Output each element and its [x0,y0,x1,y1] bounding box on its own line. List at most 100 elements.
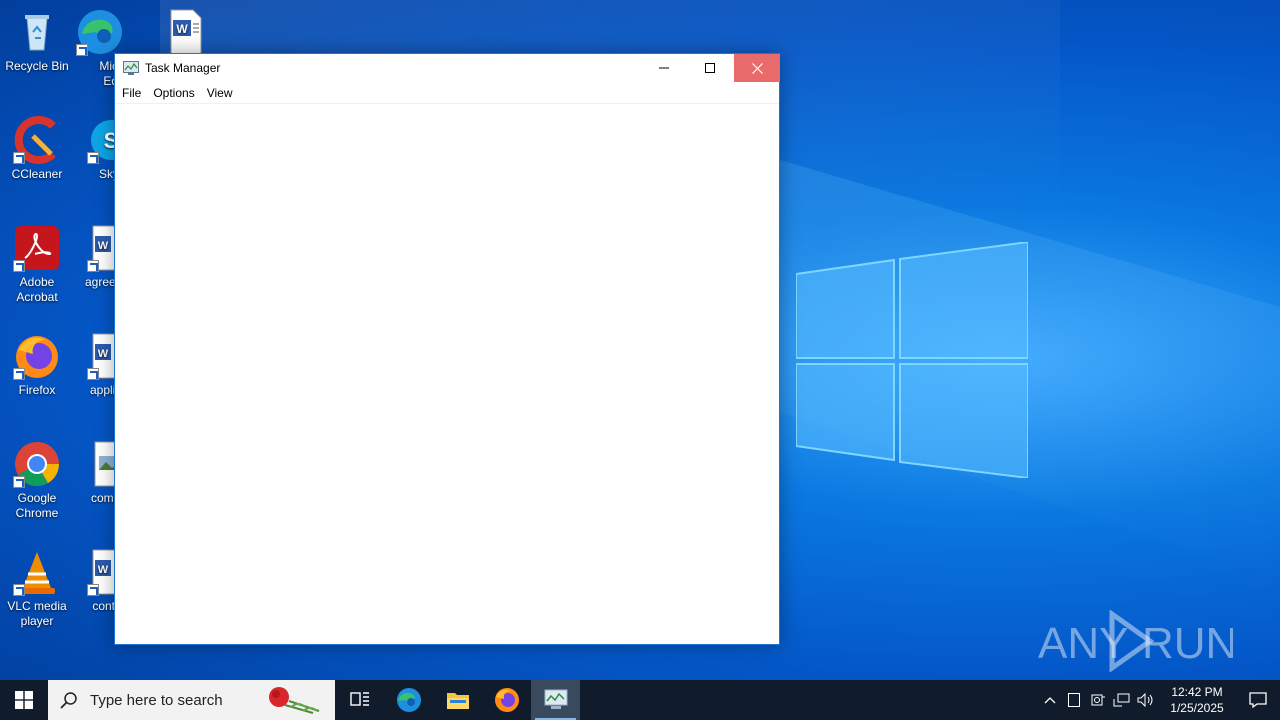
windows-start-icon [15,691,33,709]
show-hidden-icons-button[interactable] [1038,680,1062,720]
close-icon [751,62,763,74]
shortcut-arrow-icon [13,260,25,272]
word-document-icon: W [87,548,115,596]
taskbar-task-view[interactable] [335,680,384,720]
system-tray: 12:42 PM 1/25/2025 [1038,680,1280,720]
desktop-icon-label: Recycle Bin [5,59,69,73]
shortcut-arrow-icon [87,584,99,596]
maximize-button[interactable] [687,54,733,82]
desktop-icon-ccleaner[interactable]: CCleaner [0,116,74,182]
desktop-icon-label: applica [89,383,115,397]
clock-time: 12:42 PM [1171,685,1223,699]
desktop-icon-label: compa [90,491,115,505]
clock-date: 1/25/2025 [1170,701,1224,715]
taskbar-edge[interactable] [384,680,433,720]
desktop-icon-label: Sky [98,167,115,181]
menu-file[interactable]: File [117,86,146,100]
desktop-icon-firefox[interactable]: Firefox [0,332,74,398]
desktop-icon-agreement-doc[interactable]: W agreem [75,224,115,290]
svg-text:W: W [176,22,188,36]
speaker-icon [1137,693,1153,707]
tray-volume-button[interactable] [1134,680,1158,720]
desktop-icon-label: CCleaner [11,167,63,181]
watermark-text-any: ANY [1038,619,1128,668]
edge-icon [76,8,124,56]
menu-bar: File Options View [115,82,779,104]
desktop-icon-label: Google Chrome [15,491,59,520]
desktop-icon-skype[interactable]: S Sky [75,116,115,182]
shortcut-arrow-icon [13,476,25,488]
image-file-icon [87,440,115,488]
desktop-icon-recycle-bin[interactable]: Recycle Bin [0,8,74,74]
shortcut-arrow-icon [87,368,99,380]
network-icon [1113,693,1130,707]
shortcut-arrow-icon [87,152,99,164]
taskbar-task-manager[interactable] [531,680,580,720]
menu-options[interactable]: Options [148,86,199,100]
minimize-button[interactable] [641,54,687,82]
word-document-icon: W [159,8,207,56]
shortcut-arrow-icon [13,584,25,596]
adobe-acrobat-icon [13,224,61,272]
svg-text:W: W [98,240,109,252]
shortcut-arrow-icon [87,260,99,272]
desktop-icon-label: contra [92,599,115,613]
search-placeholder: Type here to search [90,691,223,709]
action-center-button[interactable] [1236,680,1280,720]
desktop-icon-label: Adobe Acrobat [16,275,58,304]
desktop-icon-google-chrome[interactable]: Google Chrome [0,440,74,521]
tray-device-button[interactable] [1062,680,1086,720]
vlc-cone-icon [13,548,61,596]
desktop-icon-application-doc[interactable]: W applica [75,332,115,398]
desktop-icon-label: Firefox [18,383,56,397]
notification-icon [1249,692,1267,709]
search-highlight-roses-icon [269,687,320,714]
desktop-icon-company-image[interactable]: compa [75,440,115,506]
svg-text:W: W [98,564,109,576]
task-manager-icon [544,689,567,709]
recycle-bin-icon [13,8,61,56]
minimize-icon [659,67,669,69]
shortcut-arrow-icon [76,44,88,56]
desktop-icon-label: VLC media player [7,599,67,628]
word-document-icon: W [87,332,115,380]
watermark-text-run: RUN [1142,619,1233,668]
firefox-icon [13,332,61,380]
anyrun-watermark-logo: ANY RUN [1038,610,1233,672]
desktop-icon-vlc[interactable]: VLC media player [0,548,74,629]
close-button[interactable] [734,54,780,82]
taskbar-search-box[interactable]: Type here to search [48,680,335,720]
firefox-icon [494,688,519,712]
task-manager-icon [123,61,139,75]
desktop-icon-contract-doc[interactable]: W contra [75,548,115,614]
desktop-icon-label: agreem [85,275,115,289]
tablet-icon [1068,693,1080,707]
shield-icon [1091,694,1105,706]
tray-security-button[interactable] [1086,680,1110,720]
window-title: Task Manager [145,61,221,75]
desktop-icon-adobe-acrobat[interactable]: Adobe Acrobat [0,224,74,305]
taskbar-firefox[interactable] [482,680,531,720]
windows-logo-wallpaper [796,242,1028,478]
chevron-up-icon [1044,697,1056,704]
edge-icon [396,688,421,712]
start-button[interactable] [0,680,48,720]
taskbar: Type here to search 12:42 PM 1/25/2025 [0,680,1280,720]
shortcut-arrow-icon [13,368,25,380]
tray-network-button[interactable] [1110,680,1134,720]
window-content-area [115,104,779,644]
chrome-icon [13,440,61,488]
window-titlebar[interactable]: Task Manager [115,54,780,82]
task-view-icon [349,692,369,706]
svg-text:W: W [98,348,109,360]
shortcut-arrow-icon [13,152,25,164]
maximize-icon [705,63,715,73]
taskbar-file-explorer[interactable] [433,680,482,720]
taskbar-clock[interactable]: 12:42 PM 1/25/2025 [1162,684,1232,716]
task-manager-window[interactable]: Task Manager File Options View [114,53,780,645]
word-document-icon: W [87,224,115,272]
folder-icon [446,693,469,709]
ccleaner-icon [13,116,61,164]
desktop-icon-word-doc[interactable]: W [148,8,218,59]
menu-view[interactable]: View [202,86,238,100]
